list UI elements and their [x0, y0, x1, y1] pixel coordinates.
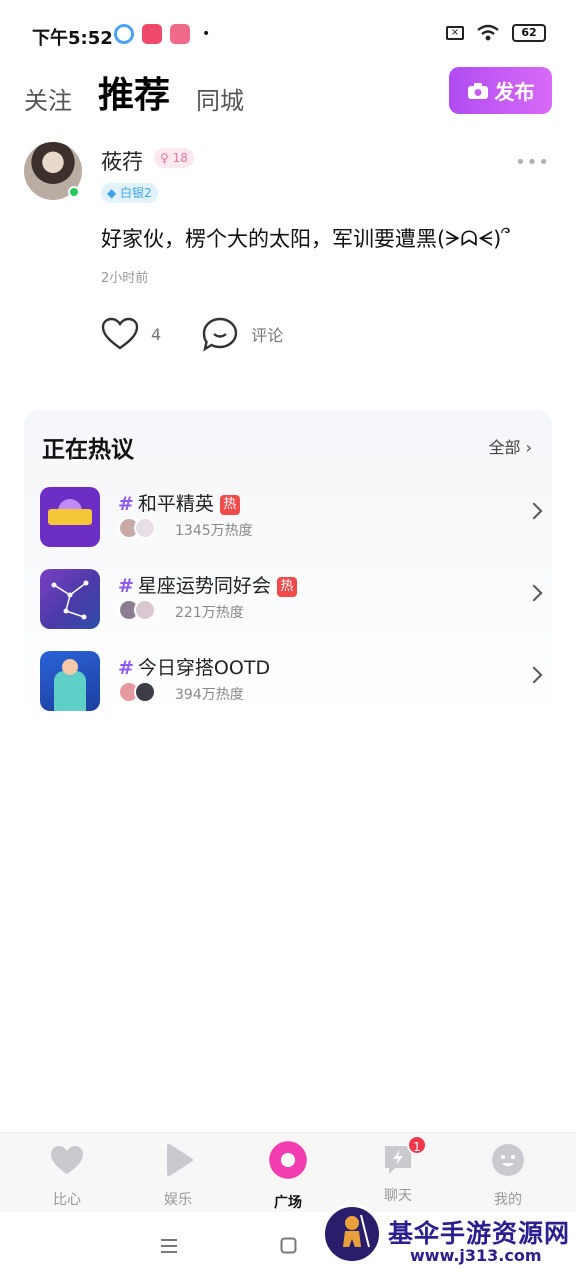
nav-item-me[interactable]: 我的	[458, 1143, 558, 1209]
status-time: 下午5:52	[32, 28, 113, 49]
system-status: × 62	[446, 24, 546, 42]
hashtag-icon: #	[118, 657, 134, 679]
hot-topics-title: 正在热议	[42, 437, 134, 463]
camera-icon	[467, 82, 488, 99]
nav-item-entertainment[interactable]: 娱乐	[128, 1143, 228, 1209]
comment-label[interactable]: 评论	[251, 322, 283, 346]
participant-avatars	[118, 599, 156, 621]
topic-heat: 221万热度	[175, 605, 244, 621]
avatar	[134, 681, 156, 703]
topic-thumbnail	[40, 569, 100, 629]
battery-icon: 62	[512, 24, 546, 42]
more-notifications-dot: •	[202, 26, 211, 42]
topic-item[interactable]: # 今日穿搭OOTD 394万热度	[40, 651, 543, 711]
menu-icon[interactable]	[160, 1238, 178, 1254]
heart-icon	[51, 1146, 83, 1174]
age-value: 18	[172, 151, 188, 165]
wifi-icon	[477, 24, 499, 41]
app-notification-icon	[170, 24, 190, 44]
topic-name: # 和平精英热	[118, 489, 240, 516]
more-options-icon[interactable]: •••	[515, 152, 550, 173]
see-all-label: 全部	[488, 438, 521, 457]
topic-item[interactable]: # 和平精英热 1345万热度	[40, 487, 543, 547]
notification-icons: •	[114, 24, 210, 44]
level-badge: ◆ 白银2	[101, 183, 158, 203]
chevron-right-icon	[525, 666, 543, 684]
avatar	[134, 517, 156, 539]
nav-item-chat[interactable]: 1 聊天	[348, 1135, 448, 1205]
constellation-icon	[51, 580, 89, 620]
figure-head-icon	[62, 659, 78, 675]
topic-thumbnail	[40, 487, 100, 547]
chevron-right-icon	[525, 502, 543, 520]
avatar	[134, 599, 156, 621]
topic-item[interactable]: # 星座运势同好会热 221万热度	[40, 569, 543, 629]
level-value: 白银2	[120, 186, 152, 200]
topic-heat: 1345万热度	[175, 523, 253, 539]
app-notification-icon	[114, 24, 134, 44]
unread-badge: 1	[407, 1135, 427, 1155]
topic-label: 和平精英	[137, 493, 214, 515]
watermark: 基伞手游资源网 www.j313.com	[322, 1204, 574, 1278]
bottom-nav: 比心 娱乐 广场 1 聊天 我的	[0, 1132, 576, 1212]
tab-recommended[interactable]: 推荐	[98, 66, 170, 118]
post-content: 好家伙，楞个大的太阳，军训要遭黑(ᗒᗣᗕ)՞	[101, 227, 510, 251]
participant-avatars	[118, 681, 156, 703]
chevron-right-icon	[525, 584, 543, 602]
hashtag-icon: #	[118, 575, 134, 597]
watermark-url: www.j313.com	[410, 1246, 542, 1265]
comment-icon[interactable]	[201, 316, 239, 352]
online-indicator	[68, 186, 80, 198]
hot-badge: 热	[276, 577, 297, 597]
post-actions: 4 评论	[101, 314, 323, 354]
publish-label: 发布	[494, 80, 535, 104]
hot-badge: 热	[219, 495, 240, 515]
like-count: 4	[151, 324, 162, 344]
topic-label: 星座运势同好会	[137, 575, 271, 597]
age-badge: ♀ 18	[154, 148, 194, 168]
plaza-icon	[269, 1141, 307, 1179]
play-icon	[167, 1144, 193, 1176]
topic-thumbnail	[40, 651, 100, 711]
nav-item-bixin[interactable]: 比心	[17, 1143, 117, 1209]
status-bar: 下午5:52 • × 62	[0, 0, 576, 70]
topic-name: # 星座运势同好会热	[118, 571, 297, 598]
post-username[interactable]: 莜荇	[101, 146, 143, 176]
nav-label: 娱乐	[164, 1192, 192, 1208]
post-card[interactable]: 莜荇 ♀ 18 ◆ 白银2 ••• 好家伙，楞个大的太阳，军训要遭黑(ᗒᗣᗕ)՞…	[24, 140, 552, 380]
app-notification-icon	[142, 24, 162, 44]
profile-icon	[492, 1144, 524, 1176]
nav-item-plaza[interactable]: 广场	[238, 1141, 338, 1212]
watermark-logo	[322, 1204, 382, 1264]
watermark-title: 基伞手游资源网	[388, 1219, 571, 1248]
tab-following[interactable]: 关注	[24, 81, 72, 118]
topic-name: # 今日穿搭OOTD	[118, 653, 270, 680]
hot-topics-card: 正在热议 全部 › # 和平精英热 1345万热度 # 星座运势同好会热 221万热…	[24, 410, 552, 715]
nav-label: 比心	[53, 1192, 81, 1208]
home-icon[interactable]	[280, 1237, 297, 1254]
participant-avatars	[118, 517, 156, 539]
topic-heat: 394万热度	[175, 687, 244, 703]
nav-label: 聊天	[384, 1188, 412, 1204]
figure-icon	[54, 671, 86, 711]
see-all-link[interactable]: 全部 ›	[488, 434, 532, 458]
post-time: 2小时前	[101, 271, 149, 286]
publish-button[interactable]: 发布	[449, 67, 552, 114]
chat-icon: 1	[381, 1135, 427, 1177]
topic-label: 今日穿搭OOTD	[137, 657, 271, 679]
ninja-figure-icon	[343, 1214, 370, 1248]
like-icon[interactable]	[101, 317, 139, 351]
game-badge-icon	[48, 509, 92, 525]
tab-nearby[interactable]: 同城	[196, 81, 244, 118]
feed-tabs: 关注 推荐 同城	[24, 66, 270, 118]
hashtag-icon: #	[118, 493, 134, 515]
sim-off-icon: ×	[446, 26, 464, 40]
chevron-right-icon: ›	[525, 438, 532, 457]
